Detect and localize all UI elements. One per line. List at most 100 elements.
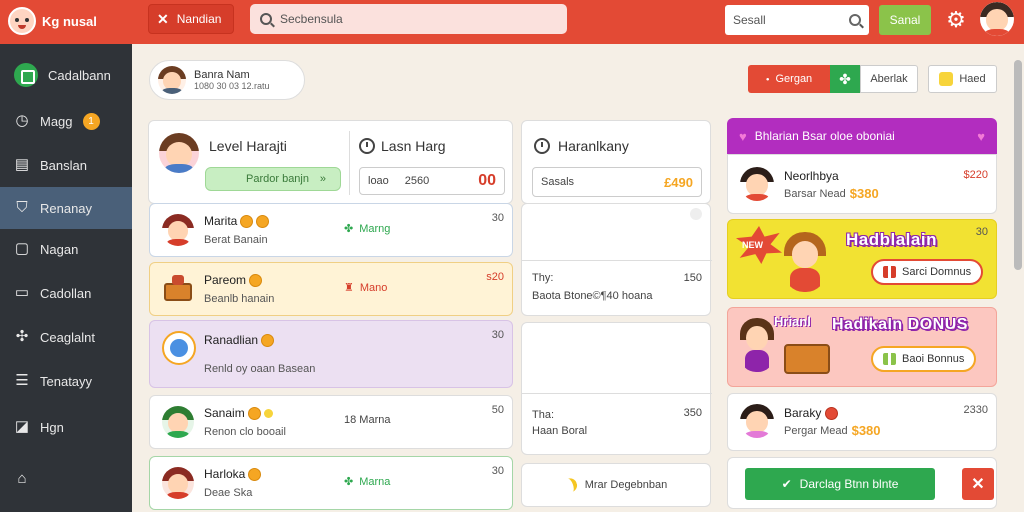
promo-badge-text: NEW xyxy=(742,240,763,250)
app-logo[interactable]: Kg nusal xyxy=(8,4,132,38)
action-button-label: Darclag Btnn blnte xyxy=(799,477,899,491)
last-hang-a: loao xyxy=(368,175,389,187)
sasals-label: Sasals xyxy=(541,176,575,188)
heart-icon: ♥ xyxy=(739,128,747,144)
coin-icon xyxy=(261,333,275,347)
shield-icon: ⛉ xyxy=(16,199,28,216)
sidebar-item-renanay[interactable]: ⛉ Renanay xyxy=(0,187,132,229)
top-bar: Kg nusal ✕ Nandian Secbensula Sesall San… xyxy=(0,0,1024,44)
haed-button[interactable]: Haed xyxy=(928,65,997,93)
clover-button[interactable]: ✤ xyxy=(830,65,860,93)
sidebar-item-home[interactable]: ⌂ xyxy=(0,458,132,500)
coin-icon xyxy=(263,408,273,418)
promo-title: Hadblalain xyxy=(846,230,937,249)
sasals-field[interactable]: Sasals £490 xyxy=(532,167,702,197)
gergan-button[interactable]: 🞄 Gergan xyxy=(748,65,830,93)
list-item[interactable]: Ranadlian Renld oy oaan Basean 30 xyxy=(149,320,513,388)
player-name: Baraky xyxy=(784,406,822,420)
row-name: Ranadlian xyxy=(204,333,259,347)
coin-icon xyxy=(248,467,262,481)
player-amount: $380 xyxy=(851,423,881,438)
row-num: 30 xyxy=(491,329,504,341)
user-avatar[interactable] xyxy=(980,2,1014,36)
baoi-bonnus-button[interactable]: Baoi Bonnus xyxy=(871,346,977,372)
secondary-search-input[interactable]: Sesall xyxy=(725,5,869,35)
coin-icon xyxy=(256,214,270,228)
row-num: 30 xyxy=(491,212,504,224)
clover-icon: ✤ xyxy=(344,476,354,488)
last-hang-field[interactable]: loao 2560 00 xyxy=(359,167,505,195)
level-panel: Level Harajti Pardor banjn » Lasn Harg l… xyxy=(148,120,513,204)
sidebar-item-ceaglalnt[interactable]: ✣ Ceaglalnt xyxy=(0,316,132,358)
puzzle-icon: ✣ xyxy=(15,328,29,345)
user-name: Banra Nam xyxy=(194,69,250,81)
bonus-player-card[interactable]: Baraky Pergar Mead $380 2330 xyxy=(727,393,997,451)
promo-num: 30 xyxy=(975,226,988,238)
card-num: 350 xyxy=(683,407,702,419)
row-num: 50 xyxy=(491,404,504,416)
sidebar-item-magg[interactable]: ◷ Magg 1 xyxy=(0,100,132,142)
card-label: Tha: xyxy=(532,409,555,421)
list-item[interactable]: Marita Berat Banain ✤ Marng 30 xyxy=(149,203,513,257)
home-icon: ⌂ xyxy=(17,470,27,487)
close-icon: ✕ xyxy=(971,476,985,493)
level-title: Level Harajti xyxy=(209,138,287,154)
logo-face-icon xyxy=(8,7,36,35)
divider xyxy=(349,131,350,195)
darclag-action-button[interactable]: ✔ Darclag Btnn blnte xyxy=(745,468,935,500)
dot-icon xyxy=(690,208,702,220)
row-mid: Marna xyxy=(359,475,391,488)
row-sub: Berat Banain xyxy=(204,234,268,246)
level-pill[interactable]: Pardor banjn » xyxy=(205,167,341,191)
sidebar-item-tenatayy[interactable]: ☰ Tenatayy xyxy=(0,360,132,402)
card-sub: Baota Btone©¶40 hoana xyxy=(532,290,653,302)
clock-icon xyxy=(359,138,375,154)
sidebar-item-label: Hgn xyxy=(40,419,64,435)
avatar-girl-icon xyxy=(980,2,1014,36)
check-icon: ✔ xyxy=(781,477,792,491)
sidebar-item-hgn[interactable]: ◪ Hgn xyxy=(0,406,132,448)
promo-card[interactable]: Hrianl HadikaIn DONUS Baoi Bonnus xyxy=(727,307,997,387)
coin-icon xyxy=(247,406,261,420)
sarci-domnus-button[interactable]: Sarci Domnus xyxy=(871,259,984,285)
haranlkany-panel: Haranlkany Sasals £490 xyxy=(521,120,711,204)
clover-icon: ✤ xyxy=(344,223,354,235)
bonus-header-text: Bhlarian Bsar oloe oboniai xyxy=(754,129,895,143)
sidebar-item-nagan[interactable]: ▢ Nagan xyxy=(0,228,132,270)
list-icon: ☰ xyxy=(15,372,29,389)
user-card[interactable]: Banra Nam 1080 30 03 12.ratu xyxy=(149,60,305,100)
gear-icon[interactable]: ⚙ xyxy=(944,8,968,32)
list-item[interactable]: Sanaim Renon clo booail 18 Marna 50 xyxy=(149,395,513,449)
row-mid: Mano xyxy=(359,281,388,294)
row-num: 30 xyxy=(491,465,504,477)
haed-label: Haed xyxy=(959,73,986,85)
bonus-player-card[interactable]: Neorlhbya Barsar Nead $380 $220 xyxy=(727,154,997,214)
card-num: 150 xyxy=(683,272,702,284)
avatar xyxy=(158,66,186,94)
main-search-input[interactable]: Secbensula xyxy=(250,4,567,34)
list-item[interactable]: Harloka Deae Ska ✤ Marna 30 xyxy=(149,456,513,510)
clover-icon: ✤ xyxy=(839,70,851,87)
close-button[interactable]: ✕ xyxy=(962,468,994,500)
sidebar-item-label: Cadalbann xyxy=(48,67,111,83)
search-icon xyxy=(849,14,861,26)
coin-icon xyxy=(249,273,263,287)
clock-icon xyxy=(534,138,550,154)
close-nandian-button[interactable]: ✕ Nandian xyxy=(148,4,234,34)
haranlkany-card[interactable]: Tha: Haan Boral 350 xyxy=(521,322,712,455)
haranlkany-card[interactable]: Thy: Baota Btone©¶40 hoana 150 xyxy=(521,203,712,316)
avatar xyxy=(740,404,774,438)
row-sub: Renon clo booail xyxy=(204,426,286,438)
list-item[interactable]: Pareom Beanlb hanain ♜ Mano s20 xyxy=(149,262,513,316)
scrollbar[interactable] xyxy=(1014,60,1022,270)
sanal-button[interactable]: Sanal xyxy=(879,5,931,35)
sidebar-item-banslan[interactable]: ▤ Banslan xyxy=(0,144,132,186)
player-name: Neorlhbya xyxy=(784,169,839,183)
promo-card[interactable]: NEW Hadblalain Sarci Domnus 30 xyxy=(727,219,997,299)
aberlak-button[interactable]: Aberlak xyxy=(860,65,918,93)
sidebar-item-cadollan[interactable]: ▭ Cadollan xyxy=(0,272,132,314)
divider xyxy=(522,260,712,261)
sidebar-item-cadalbann[interactable]: Cadalbann xyxy=(0,54,132,96)
mrar-degebnban-button[interactable]: Mrar Degebnban xyxy=(521,463,711,507)
last-hang-big: 00 xyxy=(478,172,496,189)
